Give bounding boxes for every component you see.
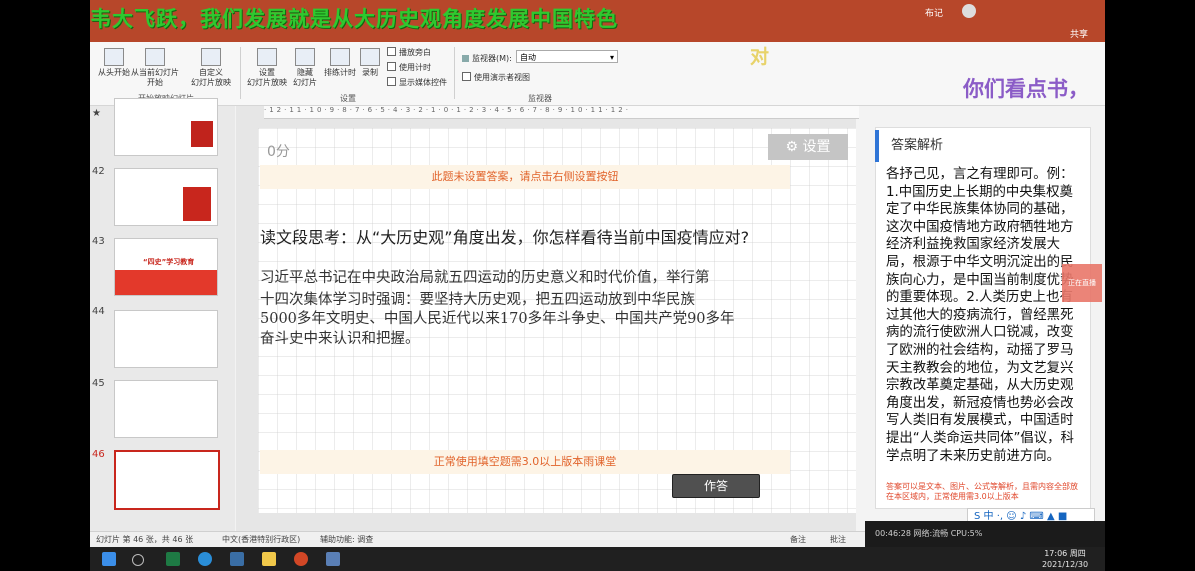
powerpoint-icon[interactable]	[294, 552, 308, 566]
monitor-label: 监视器(M):	[462, 53, 512, 64]
answer-pane-title: 答案解析	[875, 130, 1089, 162]
edge-icon[interactable]	[198, 552, 212, 566]
narration-checkbox[interactable]: 播放旁白	[387, 47, 431, 58]
thumbnail-slide-selected[interactable]	[114, 450, 220, 510]
custom-show-button[interactable]: 自定义 幻灯片放映	[186, 48, 236, 88]
taskbar-clock[interactable]: 17:06 周四 2021/12/30	[1035, 548, 1095, 570]
media-controls-checkbox[interactable]: 显示媒体控件	[387, 77, 447, 88]
subtitle-caption-right: 你们看点书，	[963, 77, 1089, 101]
passage-line: 十四次集体学习时强调：要坚持大历史观，把五四运动放到中华民族	[260, 292, 695, 308]
divider	[240, 47, 241, 99]
slideshow-icon	[104, 48, 124, 66]
notes-button[interactable]: 备注	[790, 534, 806, 545]
thumb-number: ★	[92, 108, 101, 119]
from-start-button[interactable]: 从头开始	[96, 48, 132, 78]
slide-position: 幻灯片 第 46 张，共 46 张	[96, 535, 194, 544]
hide-slide-button[interactable]: 隐藏 幻灯片	[288, 48, 322, 88]
share-button[interactable]: 共享	[1070, 27, 1088, 40]
flag-image	[183, 187, 211, 221]
comments-button[interactable]: 批注	[830, 534, 846, 545]
custom-show-icon	[201, 48, 221, 66]
thumb-number: 43	[92, 236, 105, 247]
record-icon	[360, 48, 380, 66]
language-status[interactable]: 中文(香港特别行政区)	[222, 534, 300, 545]
answer-footer-note: 答案可以是文本、图片、公式等解析，且需内容全部放在本区域内，正常使用需3.0以上…	[886, 482, 1078, 501]
subtitle-caption: 韦大飞跃，我们发展就是从大历史观角度发展中国特色	[90, 7, 618, 31]
live-tag[interactable]: 正在直播	[1062, 264, 1102, 302]
from-current-button[interactable]: 从当前幻灯片 开始	[130, 48, 180, 88]
search-icon[interactable]	[132, 554, 144, 566]
record-button[interactable]: 录制	[358, 48, 382, 78]
powerpoint-window: 布记 共享 从头开始 从当前幻灯片 开始 自定义 幻灯片放映 设置 幻灯片放映 …	[90, 0, 1105, 547]
passage-line: 习近平总书记在中央政治局就五四运动的历史意义和时代价值，举行第	[260, 270, 710, 286]
horizontal-ruler: ·12·11·10·9·8·7·6·5·4·3·2·1·0·1·2·3·4·5·…	[264, 106, 859, 119]
monitor-select[interactable]: 自动 ▾	[516, 50, 618, 63]
gear-icon: ⚙	[785, 139, 799, 155]
accessibility-status[interactable]: 辅助功能: 调查	[320, 534, 373, 545]
rehearse-button[interactable]: 排练计时	[322, 48, 358, 78]
subtitle-fragment: 对	[750, 46, 770, 68]
setup-show-button[interactable]: 设置 幻灯片放映	[244, 48, 290, 88]
app-icon[interactable]	[230, 552, 244, 566]
divider	[454, 47, 455, 99]
answer-button[interactable]: 作答	[672, 474, 760, 498]
settings-button[interactable]: ⚙ 设置	[768, 134, 848, 160]
timings-checkbox[interactable]: 使用计时	[387, 62, 431, 73]
thumbnail-slide[interactable]	[114, 168, 218, 226]
thumb-title: “四史”学习教育	[143, 258, 195, 266]
version-notice: 正常使用填空题需3.0以上版本雨课堂	[260, 450, 790, 474]
avatar[interactable]	[962, 4, 976, 18]
timer-icon	[330, 48, 350, 66]
thumbnail-slide[interactable]	[114, 380, 218, 438]
slideshow-icon	[145, 48, 165, 66]
thumbnail-slide[interactable]: “四史”学习教育	[114, 238, 218, 296]
thumb-number: 44	[92, 306, 105, 317]
windows-start-icon[interactable]	[102, 552, 116, 566]
passage-line: 奋斗史中来认识和把握。	[260, 331, 420, 347]
thumb-number: 45	[92, 378, 105, 389]
excel-icon[interactable]	[166, 552, 180, 566]
hide-icon	[295, 48, 315, 66]
question-title: 读文段思考：从“大历史观”角度出发，你怎样看待当前中国疫情应对?	[260, 228, 750, 247]
app-icon[interactable]	[326, 552, 340, 566]
chevron-down-icon: ▾	[609, 53, 614, 62]
setup-icon	[257, 48, 277, 66]
passage-line: 5000多年文明史、中国人民近代以来170多年斗争史、中国共产党90多年	[260, 311, 735, 327]
thumb-number: 46	[92, 449, 105, 460]
live-stats: 00:46:28 网络:流畅 CPU:5%	[865, 521, 1105, 547]
folder-icon[interactable]	[262, 552, 276, 566]
thumbnail-slide[interactable]	[114, 310, 218, 368]
user-name: 布记	[925, 9, 944, 19]
warning-banner: 此题未设置答案，请点击右侧设置按钮	[260, 165, 790, 189]
group-label-monitors: 监视器	[528, 94, 552, 103]
thumbnail-slide[interactable]	[114, 98, 218, 156]
presenter-view-checkbox[interactable]: 使用演示者视图	[462, 72, 530, 83]
answer-text[interactable]: 各抒己见，言之有理即可。例：1.中国历史上长期的中央集权奠定了中华民族集体协同的…	[886, 166, 1078, 465]
group-label-setup: 设置	[340, 94, 356, 103]
thumb-number: 42	[92, 166, 105, 177]
flag-image	[191, 121, 213, 147]
score-label: 0分	[267, 144, 290, 160]
thumbnail-pane: ★ 42 43 “四史”学习教育 44 45 46	[90, 98, 235, 531]
